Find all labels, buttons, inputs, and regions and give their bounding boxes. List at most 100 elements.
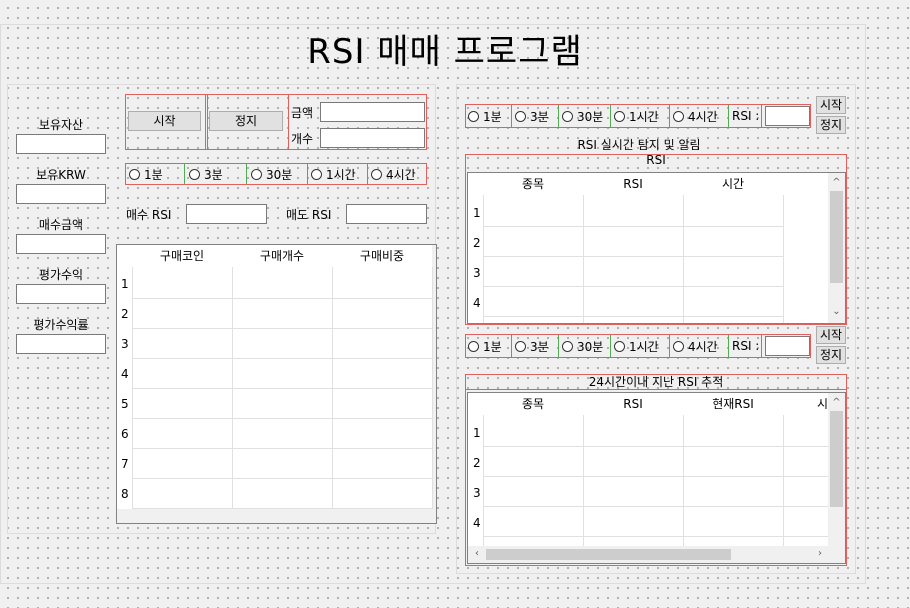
buy-col-ratio[interactable]: 구매비중 xyxy=(332,245,432,267)
track-col-rsi[interactable]: RSI xyxy=(583,393,683,415)
radio-circle-icon xyxy=(614,110,625,122)
live-row-header: 4 xyxy=(473,296,481,310)
buy-row-header: 8 xyxy=(121,487,129,501)
label-eval-profit: 평가수익 xyxy=(38,268,84,282)
bottom-stop-button[interactable]: 정지 xyxy=(816,346,846,364)
buy-col-count[interactable]: 구매개수 xyxy=(232,245,332,267)
radio-circle-icon xyxy=(515,110,526,122)
top-stop-button[interactable]: 정지 xyxy=(816,116,846,134)
radio-circle-icon xyxy=(562,340,573,352)
bottom-rsi-label: RSI : xyxy=(732,339,760,353)
rsi-section-title: RSI 실시간 탐지 및 알림 xyxy=(577,138,701,152)
radio-circle-icon xyxy=(673,340,684,352)
krw-field[interactable] xyxy=(16,184,106,204)
buy-row-header: 5 xyxy=(121,397,129,411)
top-radio-1m[interactable]: 1분 xyxy=(468,105,502,127)
scroll-thumb[interactable] xyxy=(830,191,843,283)
live-col-symbol[interactable]: 종목 xyxy=(483,173,583,195)
label-krw: 보유KRW xyxy=(36,168,86,182)
amount-field[interactable] xyxy=(320,102,425,122)
track-row-header: 1 xyxy=(473,426,481,440)
trade-button-divider xyxy=(205,94,208,150)
track-horizontal-scrollbar[interactable]: ‹ › xyxy=(468,546,845,563)
left-radio-3m[interactable]: 3분 xyxy=(189,164,223,184)
radio-circle-icon xyxy=(614,340,625,352)
bottom-radio-1h[interactable]: 1시간 xyxy=(614,335,659,357)
live-vertical-scrollbar[interactable]: ^ ⌄ xyxy=(828,173,845,323)
bottom-radio-3m[interactable]: 3분 xyxy=(515,335,549,357)
sell-rsi-label: 매도 RSI xyxy=(286,208,332,222)
track-row-header: 2 xyxy=(473,456,481,470)
bottom-radio-30m[interactable]: 30분 xyxy=(562,335,603,357)
trade-start-button[interactable]: 시작 xyxy=(128,111,201,131)
eval-rate-field[interactable] xyxy=(16,334,106,354)
buy-rsi-label: 매수 RSI xyxy=(126,208,172,222)
bottom-radio-1m[interactable]: 1분 xyxy=(468,335,502,357)
top-interval-group: 1분 3분 30분 1시간 4시간 RSI : xyxy=(465,104,811,128)
radio-circle-icon xyxy=(311,168,322,180)
rsi-live-group-title: RSI xyxy=(646,153,666,167)
track-col-current-rsi[interactable]: 현재RSI xyxy=(683,393,783,415)
sell-rsi-field[interactable] xyxy=(346,204,427,224)
top-radio-1h[interactable]: 1시간 xyxy=(614,105,659,127)
scroll-right-icon[interactable]: › xyxy=(813,547,827,561)
label-buy-amount: 매수금액 xyxy=(38,218,84,232)
scroll-left-icon[interactable]: ‹ xyxy=(470,547,484,561)
buy-table[interactable]: 구매코인 구매개수 구매비중 1 2 3 4 5 6 7 8 xyxy=(116,244,437,524)
left-interval-group: 1분 3분 30분 1시간 4시간 xyxy=(125,163,427,185)
live-row-header: 2 xyxy=(473,236,481,250)
top-radio-30m[interactable]: 30분 xyxy=(562,105,603,127)
radio-circle-icon xyxy=(189,168,200,180)
label-assets: 보유자산 xyxy=(38,118,84,132)
scroll-thumb[interactable] xyxy=(830,411,843,507)
scroll-up-icon[interactable]: ^ xyxy=(829,176,844,190)
left-radio-30m[interactable]: 30분 xyxy=(251,164,292,184)
live-col-time[interactable]: 시간 xyxy=(683,173,783,195)
top-start-button[interactable]: 시작 xyxy=(816,96,846,114)
track-vertical-scrollbar[interactable]: ^ xyxy=(828,393,845,546)
track-col-symbol[interactable]: 종목 xyxy=(483,393,583,415)
scroll-thumb[interactable] xyxy=(486,549,731,560)
bottom-interval-group: 1분 3분 30분 1시간 4시간 RSI : xyxy=(465,334,811,358)
radio-circle-icon xyxy=(515,340,526,352)
live-col-rsi[interactable]: RSI xyxy=(583,173,683,195)
top-radio-3m[interactable]: 3분 xyxy=(515,105,549,127)
count-label: 개수 xyxy=(291,132,314,146)
radio-circle-icon xyxy=(251,168,262,180)
buy-col-coin[interactable]: 구매코인 xyxy=(132,245,232,267)
buy-amount-field[interactable] xyxy=(16,234,106,254)
buy-row-header: 1 xyxy=(121,277,129,291)
radio-circle-icon xyxy=(468,110,479,122)
radio-circle-icon xyxy=(371,168,382,180)
top-radio-4h[interactable]: 4시간 xyxy=(673,105,718,127)
rsi-live-table[interactable]: 종목 RSI 시간 1 2 3 4 ^ ⌄ xyxy=(467,172,846,324)
trade-field-divider xyxy=(288,94,289,150)
left-radio-4h[interactable]: 4시간 xyxy=(371,164,416,184)
eval-profit-field[interactable] xyxy=(16,284,106,304)
top-rsi-field[interactable] xyxy=(765,106,810,126)
buy-rsi-field[interactable] xyxy=(186,204,267,224)
left-radio-1h[interactable]: 1시간 xyxy=(311,164,356,184)
top-rsi-label: RSI : xyxy=(732,109,760,123)
live-row-header: 1 xyxy=(473,206,481,220)
trade-stop-button[interactable]: 정지 xyxy=(209,111,283,131)
buy-row-header: 6 xyxy=(121,427,129,441)
rsi-track-table[interactable]: 종목 RSI 현재RSI 시 1 2 3 4 ^ ‹ › xyxy=(467,392,846,564)
track-row-header: 4 xyxy=(473,516,481,530)
radio-circle-icon xyxy=(129,168,140,180)
left-radio-1m[interactable]: 1분 xyxy=(129,164,163,184)
page-title: RSI 매매 프로그램 xyxy=(307,32,583,72)
scroll-down-icon[interactable]: ⌄ xyxy=(829,305,844,319)
radio-circle-icon xyxy=(562,110,573,122)
bottom-rsi-field[interactable] xyxy=(765,336,810,356)
buy-row-header: 7 xyxy=(121,457,129,471)
scroll-up-icon[interactable]: ^ xyxy=(829,396,844,410)
radio-circle-icon xyxy=(673,110,684,122)
bottom-start-button[interactable]: 시작 xyxy=(816,326,846,344)
buy-row-header: 4 xyxy=(121,367,129,381)
assets-field[interactable] xyxy=(16,134,106,154)
bottom-radio-4h[interactable]: 4시간 xyxy=(673,335,718,357)
buy-row-header: 2 xyxy=(121,307,129,321)
count-field[interactable] xyxy=(320,128,425,148)
track-col-time[interactable]: 시 xyxy=(783,393,828,415)
